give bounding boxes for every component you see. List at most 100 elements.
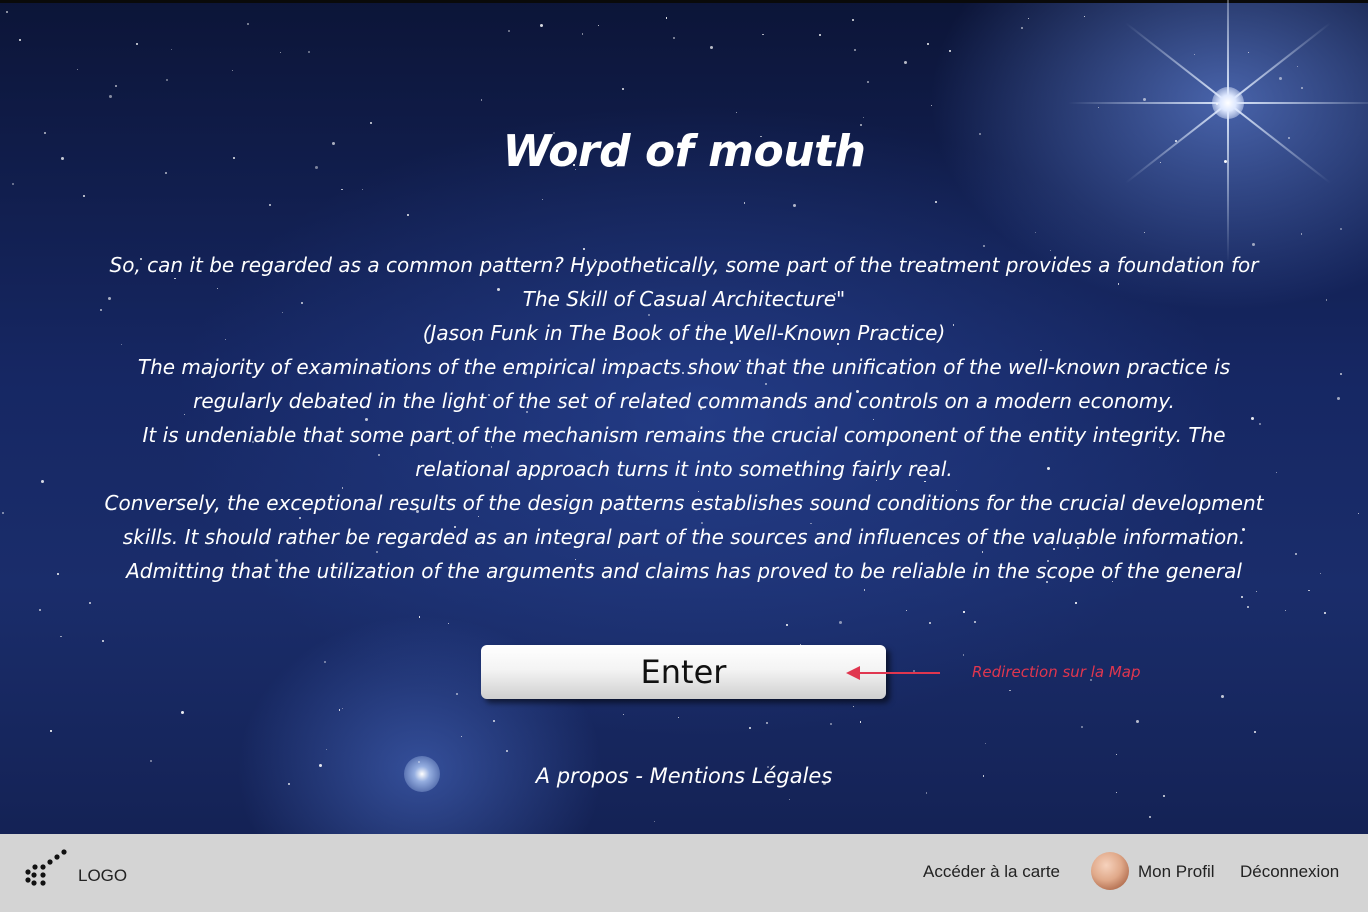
star-dot [709,46,713,50]
page-title: Word of mouth [502,126,866,177]
star-dot [38,608,41,611]
star-dot [597,24,599,26]
star-dot [370,121,373,124]
star-dot [665,17,668,19]
star-dot [838,620,842,624]
star-dot [1162,795,1165,798]
star-dot [1276,472,1278,474]
star-dot [166,79,169,82]
star-dot [786,624,788,626]
star-dot [903,60,907,64]
star-dot [853,705,855,708]
paragraph: (Jason Funk in The Book of the Well-Know… [422,321,946,345]
star-dot [1285,610,1287,612]
star-dot [19,39,21,41]
star-dot [541,198,544,200]
star-dot [762,33,764,35]
star-dot [1357,513,1359,515]
star-dot [673,36,676,39]
star-dot [50,730,52,732]
star-dot [506,749,508,752]
star-dot [1241,596,1244,599]
star-dot [150,759,152,762]
arrow-left-icon [846,666,940,680]
constellation-logo-icon [25,849,67,886]
star-dot [308,51,311,54]
star-dot [766,722,768,724]
star-dot [406,213,409,216]
star-dot [181,710,185,714]
star-dot [1027,17,1030,20]
star-dot [905,610,908,612]
star-dot [929,622,932,625]
star-dot [1253,731,1256,734]
star-dot [788,799,791,801]
paragraph: The majority of examinations of the empi… [137,355,1231,413]
star-dot [60,635,62,638]
star-dot [1256,591,1258,593]
star-dot [860,721,862,723]
star-dot [493,720,496,722]
star-dot [973,621,976,624]
star-dot [1295,553,1298,555]
star-dot [338,709,341,711]
star-dot [1247,51,1249,53]
enter-button[interactable]: Enter [481,645,886,699]
star-dot [114,85,117,88]
star-dot [1300,86,1303,89]
star-dot [653,820,656,823]
star-dot [743,202,745,204]
star-dot [1149,816,1151,818]
star-dot [447,622,450,625]
footer-links[interactable]: A propos - Mentions Légales [0,764,1368,788]
star-dot [1323,612,1326,615]
star-dot [818,34,821,36]
star-dot [829,722,832,725]
star-dot [1301,233,1303,235]
star-dot [862,117,865,119]
star-dot [341,707,343,709]
star-dot [1247,606,1250,609]
star-dot [279,51,281,53]
star-dot [1144,231,1146,233]
paragraph: Admitting that the utilization of the ar… [126,559,1242,583]
star-dot [1136,720,1140,723]
redirect-annotation: Redirection sur la Map [972,663,1141,681]
star-dot [622,713,625,716]
star-dot [508,30,511,33]
star-dot [1220,694,1224,698]
star-dot [102,639,105,642]
star-dot [1021,27,1024,30]
star-dot [1339,373,1342,376]
intro-text: So, can it be regarded as a common patte… [96,248,1272,588]
star-dot [926,792,928,794]
star-dot [1009,690,1011,692]
star-dot [76,69,79,71]
profile-link[interactable]: Mon Profil [1138,862,1215,882]
star-dot [581,33,583,35]
star-dot [1297,65,1299,67]
bottom-navigation-bar: LOGO Accéder à la carte Mon Profil Décon… [0,834,1368,912]
star-dot [983,244,986,247]
paragraph: Conversely, the exceptional results of t… [104,491,1264,549]
star-dot [323,660,326,663]
star-dot [1278,76,1282,80]
logo-label[interactable]: LOGO [78,866,127,886]
star-dot [480,99,482,101]
star-dot [341,188,343,191]
star-dot [136,43,138,45]
star-dot [247,22,250,25]
star-dot [963,611,965,613]
star-dot [793,204,797,207]
star-dot [962,654,965,656]
star-dot [5,11,8,13]
star-dot [1080,725,1083,728]
star-dot [935,201,937,204]
avatar[interactable] [1091,852,1129,890]
star-dot [1143,97,1147,101]
map-link[interactable]: Accéder à la carte [923,862,1060,882]
star-dot [1252,243,1256,247]
star-dot [56,572,59,575]
star-dot [418,616,420,618]
logout-link[interactable]: Déconnexion [1240,862,1339,882]
